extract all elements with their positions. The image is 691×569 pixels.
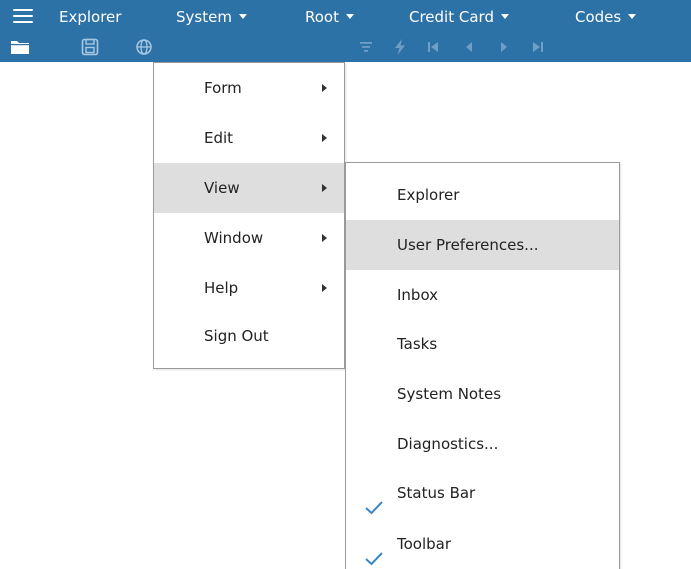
menu-item-window[interactable]: Window bbox=[154, 213, 344, 263]
menu-item-edit[interactable]: Edit bbox=[154, 113, 344, 163]
lightning-icon[interactable] bbox=[386, 31, 414, 62]
toolbar bbox=[0, 31, 691, 62]
menu-system[interactable]: System bbox=[176, 6, 247, 28]
menu-credit-card[interactable]: Credit Card bbox=[409, 6, 509, 28]
submenu-item-status-bar[interactable]: Status Bar bbox=[346, 468, 619, 518]
chevron-right-icon bbox=[322, 234, 327, 242]
chevron-right-icon bbox=[322, 184, 327, 192]
save-icon[interactable] bbox=[76, 31, 104, 62]
menu-item-form[interactable]: Form bbox=[154, 63, 344, 113]
view-submenu: Explorer User Preferences... Inbox Tasks… bbox=[345, 162, 620, 569]
main-menu-row: Explorer System Root Credit Card Codes bbox=[0, 0, 691, 31]
app-menubar: Explorer System Root Credit Card Codes bbox=[0, 0, 691, 62]
last-record-icon[interactable] bbox=[524, 31, 552, 62]
submenu-item-toolbar[interactable]: Toolbar bbox=[346, 519, 619, 569]
hamburger-menu-icon[interactable] bbox=[13, 9, 33, 24]
submenu-item-tasks[interactable]: Tasks bbox=[346, 319, 619, 369]
submenu-item-explorer[interactable]: Explorer bbox=[346, 170, 619, 220]
chevron-down-icon bbox=[500, 14, 509, 19]
chevron-down-icon bbox=[345, 14, 354, 19]
menu-codes[interactable]: Codes bbox=[575, 6, 637, 28]
first-record-icon[interactable] bbox=[419, 31, 447, 62]
folder-icon[interactable] bbox=[6, 31, 34, 62]
system-dropdown-menu: Form Edit View Window Help Sign Out bbox=[153, 62, 345, 369]
checkmark-icon bbox=[364, 536, 384, 566]
chevron-right-icon bbox=[322, 134, 327, 142]
chevron-down-icon bbox=[238, 14, 247, 19]
menu-item-view[interactable]: View bbox=[154, 163, 344, 213]
submenu-item-user-preferences[interactable]: User Preferences... bbox=[346, 220, 619, 270]
menu-item-sign-out[interactable]: Sign Out bbox=[154, 311, 344, 361]
submenu-item-system-notes[interactable]: System Notes bbox=[346, 369, 619, 419]
submenu-item-inbox[interactable]: Inbox bbox=[346, 270, 619, 320]
menu-item-help[interactable]: Help bbox=[154, 263, 344, 313]
chevron-right-icon bbox=[322, 84, 327, 92]
next-record-icon[interactable] bbox=[490, 31, 518, 62]
chevron-right-icon bbox=[322, 284, 327, 292]
previous-record-icon[interactable] bbox=[455, 31, 483, 62]
globe-icon[interactable] bbox=[130, 31, 158, 62]
chevron-down-icon bbox=[628, 14, 637, 19]
filter-icon[interactable] bbox=[352, 31, 380, 62]
menu-explorer[interactable]: Explorer bbox=[59, 6, 121, 28]
submenu-item-diagnostics[interactable]: Diagnostics... bbox=[346, 419, 619, 469]
menu-root[interactable]: Root bbox=[305, 6, 354, 28]
checkmark-icon bbox=[364, 485, 384, 515]
